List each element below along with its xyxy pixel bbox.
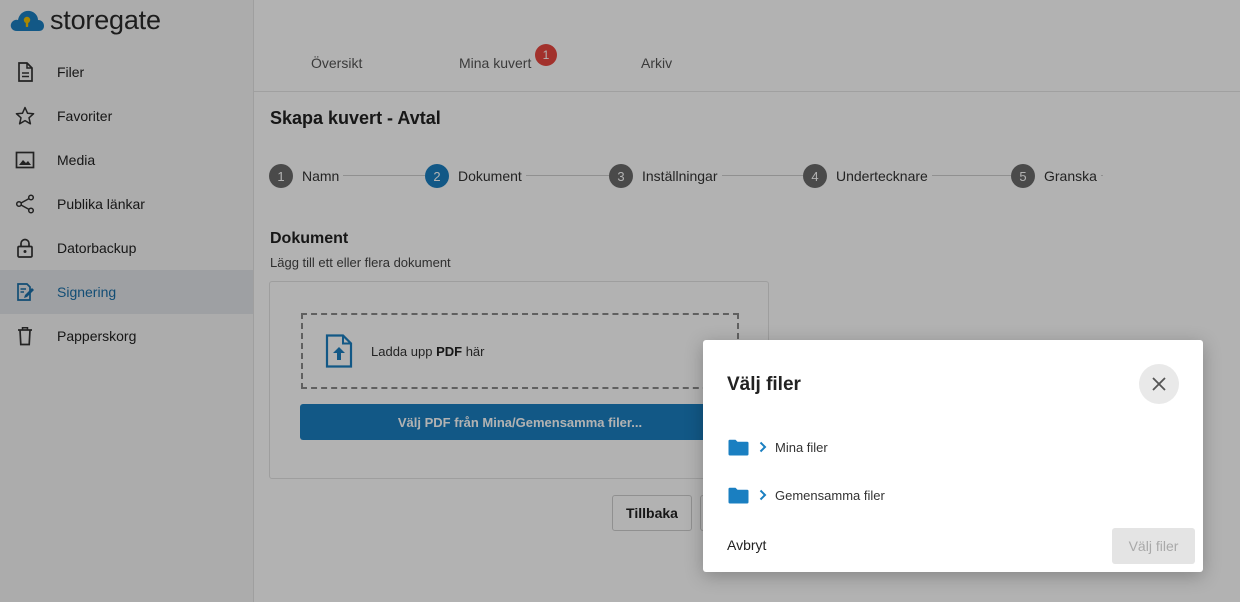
folder-row-mina-filer[interactable]: Mina filer [728,436,828,458]
chevron-right-icon[interactable] [759,441,767,453]
folder-label: Mina filer [775,439,828,455]
folder-icon [728,487,749,503]
folder-icon [728,439,749,455]
dialog-title: Välj filer [727,374,801,395]
close-button[interactable] [1139,364,1179,404]
choose-files-button[interactable]: Välj filer [1112,528,1195,564]
folder-row-gemensamma-filer[interactable]: Gemensamma filer [728,484,885,506]
close-icon [1152,377,1166,391]
choose-files-dialog: Välj filer Mina filer Gemensamma filer A… [703,340,1203,572]
chevron-right-icon[interactable] [759,489,767,501]
folder-label: Gemensamma filer [775,487,885,503]
cancel-button[interactable]: Avbryt [727,537,766,553]
